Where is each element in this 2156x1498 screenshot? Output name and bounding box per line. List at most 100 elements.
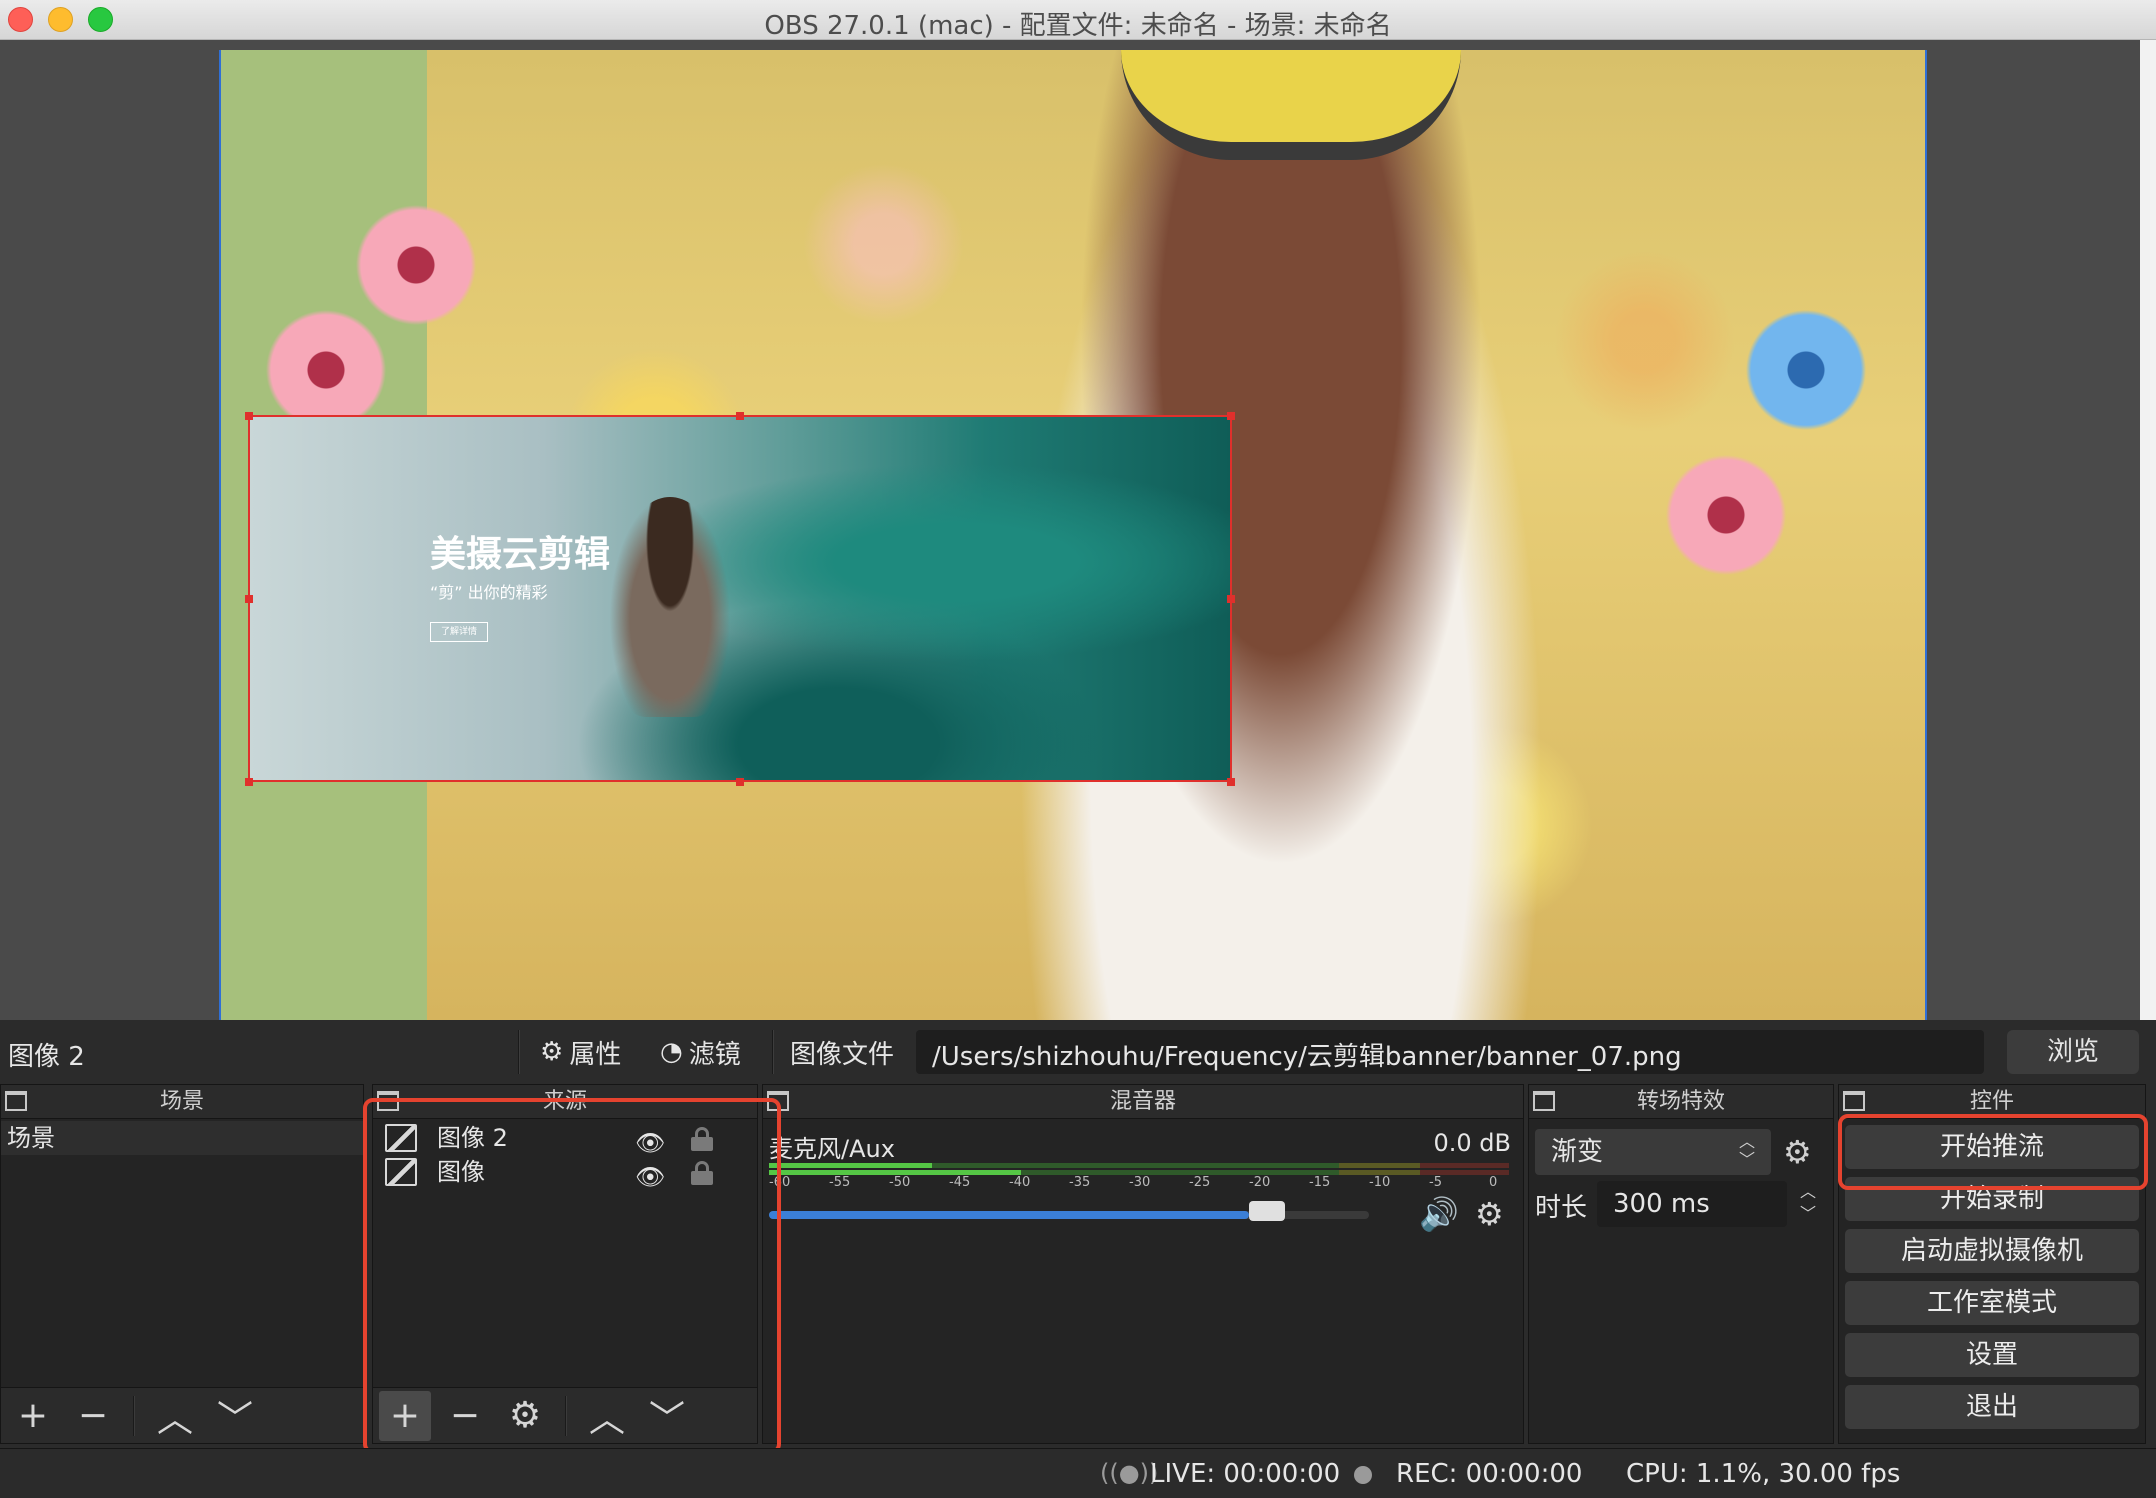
gear-icon[interactable]: ⚙: [1475, 1195, 1504, 1233]
preview-area: 美摄云剪辑 “剪” 出你的精彩 了解详情: [0, 40, 2156, 1020]
transitions-dock-header: 转场特效: [1529, 1085, 1833, 1119]
resize-handle[interactable]: [736, 412, 744, 420]
toolbar-divider: [565, 1395, 567, 1436]
sources-toolbar: + − ⚙ ︿ ﹀: [373, 1387, 757, 1443]
move-source-down-button[interactable]: ﹀: [641, 1391, 693, 1441]
blue-flower: [1741, 305, 1871, 435]
meter-scale-label: -50: [889, 1175, 911, 1190]
resize-handle[interactable]: [1227, 595, 1235, 603]
sources-dock-title: 来源: [542, 1089, 587, 1114]
source-properties-bar: 图像 2 ⚙ 属性 ◔ 滤镜 图像文件 /Users/shizhouhu/Fre…: [0, 1020, 2156, 1084]
speaker-icon[interactable]: 🔊: [1419, 1195, 1459, 1233]
move-scene-up-button[interactable]: ︿: [149, 1391, 201, 1441]
filters-label: 滤镜: [688, 1039, 741, 1070]
pink-flower: [1661, 450, 1791, 580]
filter-icon: ◔: [660, 1037, 683, 1067]
live-timer: LIVE: 00:00:00: [1150, 1459, 1341, 1489]
start-recording-button[interactable]: 开始录制: [1845, 1177, 2139, 1221]
duration-field[interactable]: 300 ms: [1597, 1181, 1787, 1227]
meter-scale-label: -15: [1309, 1175, 1331, 1190]
meter-scale-label: -25: [1189, 1175, 1211, 1190]
mixer-dock-header: 混音器: [763, 1085, 1523, 1119]
start-virtual-camera-button[interactable]: 启动虚拟摄像机: [1845, 1229, 2139, 1273]
studio-mode-button[interactable]: 工作室模式: [1845, 1281, 2139, 1325]
image-file-label-text: 图像文件: [790, 1039, 895, 1070]
toolbar-divider: [133, 1395, 135, 1436]
add-source-button[interactable]: +: [379, 1390, 431, 1441]
lock-icon[interactable]: [691, 1127, 713, 1151]
resize-handle[interactable]: [245, 595, 253, 603]
selected-image-source[interactable]: 美摄云剪辑 “剪” 出你的精彩 了解详情: [248, 415, 1232, 782]
properties-label: 属性: [569, 1039, 622, 1070]
scenes-dock: 场景 场景 + − ︿ ﹀: [0, 1084, 364, 1444]
image-path-field[interactable]: /Users/shizhouhu/Frequency/云剪辑banner/ban…: [916, 1030, 1984, 1074]
mixer-dock-title: 混音器: [1109, 1089, 1176, 1114]
banner-title: 美摄云剪辑: [430, 534, 611, 575]
scene-item[interactable]: 场景: [1, 1121, 363, 1155]
volume-slider-thumb[interactable]: [1249, 1201, 1285, 1221]
browse-button[interactable]: 浏览: [2007, 1030, 2139, 1074]
source-properties-button[interactable]: ⚙: [499, 1391, 551, 1441]
properties-button[interactable]: ⚙ 属性: [540, 1032, 621, 1072]
meter-scale-label: -5: [1429, 1175, 1442, 1190]
scenes-toolbar: + − ︿ ﹀: [1, 1387, 363, 1443]
remove-scene-button[interactable]: −: [67, 1391, 119, 1441]
divider: [772, 1030, 774, 1074]
move-source-up-button[interactable]: ︿: [581, 1391, 633, 1441]
meter-range-red: [1420, 1163, 1509, 1168]
exit-button[interactable]: 退出: [1845, 1385, 2139, 1429]
resize-handle[interactable]: [1227, 778, 1235, 786]
undock-icon[interactable]: [377, 1091, 399, 1111]
resize-handle[interactable]: [736, 778, 744, 786]
move-scene-down-button[interactable]: ﹀: [209, 1391, 261, 1441]
image-file-label: 图像文件: [790, 1032, 894, 1072]
meter-range-yellow: [1338, 1163, 1421, 1168]
duration-label: 时长: [1535, 1193, 1588, 1223]
meter-level-green: [769, 1163, 932, 1168]
settings-button[interactable]: 设置: [1845, 1333, 2139, 1377]
filters-button[interactable]: ◔ 滤镜: [660, 1032, 741, 1072]
surfer-figure: [610, 497, 730, 717]
source-item[interactable]: 图像 👁: [373, 1155, 757, 1191]
audio-track-db: 0.0 dB: [1433, 1129, 1512, 1157]
meter-scale-label: -55: [829, 1175, 851, 1190]
banner-subtitle: “剪” 出你的精彩: [430, 583, 548, 602]
image-icon: [385, 1124, 417, 1152]
source-name: 图像 2: [437, 1124, 508, 1152]
scenes-dock-title: 场景: [159, 1089, 204, 1114]
resize-handle[interactable]: [245, 778, 253, 786]
add-scene-button[interactable]: +: [7, 1391, 59, 1441]
selected-source-name: 图像 2: [8, 1042, 85, 1072]
record-dot-icon: [1354, 1466, 1372, 1484]
meter-scale-label: -20: [1249, 1175, 1271, 1190]
chevron-updown-icon[interactable]: ︿ ﹀: [1739, 1133, 1755, 1169]
remove-source-button[interactable]: −: [439, 1391, 491, 1441]
duration-stepper[interactable]: ︿ ﹀: [1791, 1181, 1825, 1227]
start-streaming-button[interactable]: 开始推流: [1845, 1125, 2139, 1169]
controls-dock-header: 控件: [1839, 1085, 2145, 1119]
meter-scale-label: -30: [1129, 1175, 1151, 1190]
status-bar: ((●)) LIVE: 00:00:00 REC: 00:00:00 CPU: …: [0, 1448, 2156, 1498]
scenes-dock-header: 场景: [1, 1085, 363, 1119]
volume-slider-fill: [769, 1211, 1249, 1219]
undock-icon[interactable]: [5, 1091, 27, 1111]
mixer-dock: 混音器 麦克风/Aux 0.0 dB -60 -55 -50 -45 -40 -35 -30…: [762, 1084, 1524, 1444]
undock-icon[interactable]: [1843, 1091, 1865, 1111]
transition-select[interactable]: 渐变: [1535, 1129, 1771, 1175]
preview-canvas[interactable]: 美摄云剪辑 “剪” 出你的精彩 了解详情: [219, 50, 1927, 1020]
source-item[interactable]: 图像 2 👁: [373, 1121, 757, 1157]
rec-timer: REC: 00:00:00: [1396, 1459, 1583, 1489]
gear-icon[interactable]: ⚙: [1783, 1133, 1812, 1171]
undock-icon[interactable]: [767, 1091, 789, 1111]
banner-button: 了解详情: [430, 622, 488, 642]
transitions-dock-title: 转场特效: [1636, 1089, 1725, 1114]
sources-dock: 来源 图像 2 👁 图像 👁 + − ⚙ ︿ ﹀: [372, 1084, 758, 1444]
lock-icon[interactable]: [691, 1161, 713, 1185]
meter-scale-label: -60: [769, 1175, 791, 1190]
pink-flower: [351, 200, 481, 330]
window-edge: [2140, 40, 2156, 1020]
resize-handle[interactable]: [1227, 412, 1235, 420]
eye-icon[interactable]: 👁: [635, 1160, 665, 1194]
resize-handle[interactable]: [245, 412, 253, 420]
undock-icon[interactable]: [1533, 1091, 1555, 1111]
